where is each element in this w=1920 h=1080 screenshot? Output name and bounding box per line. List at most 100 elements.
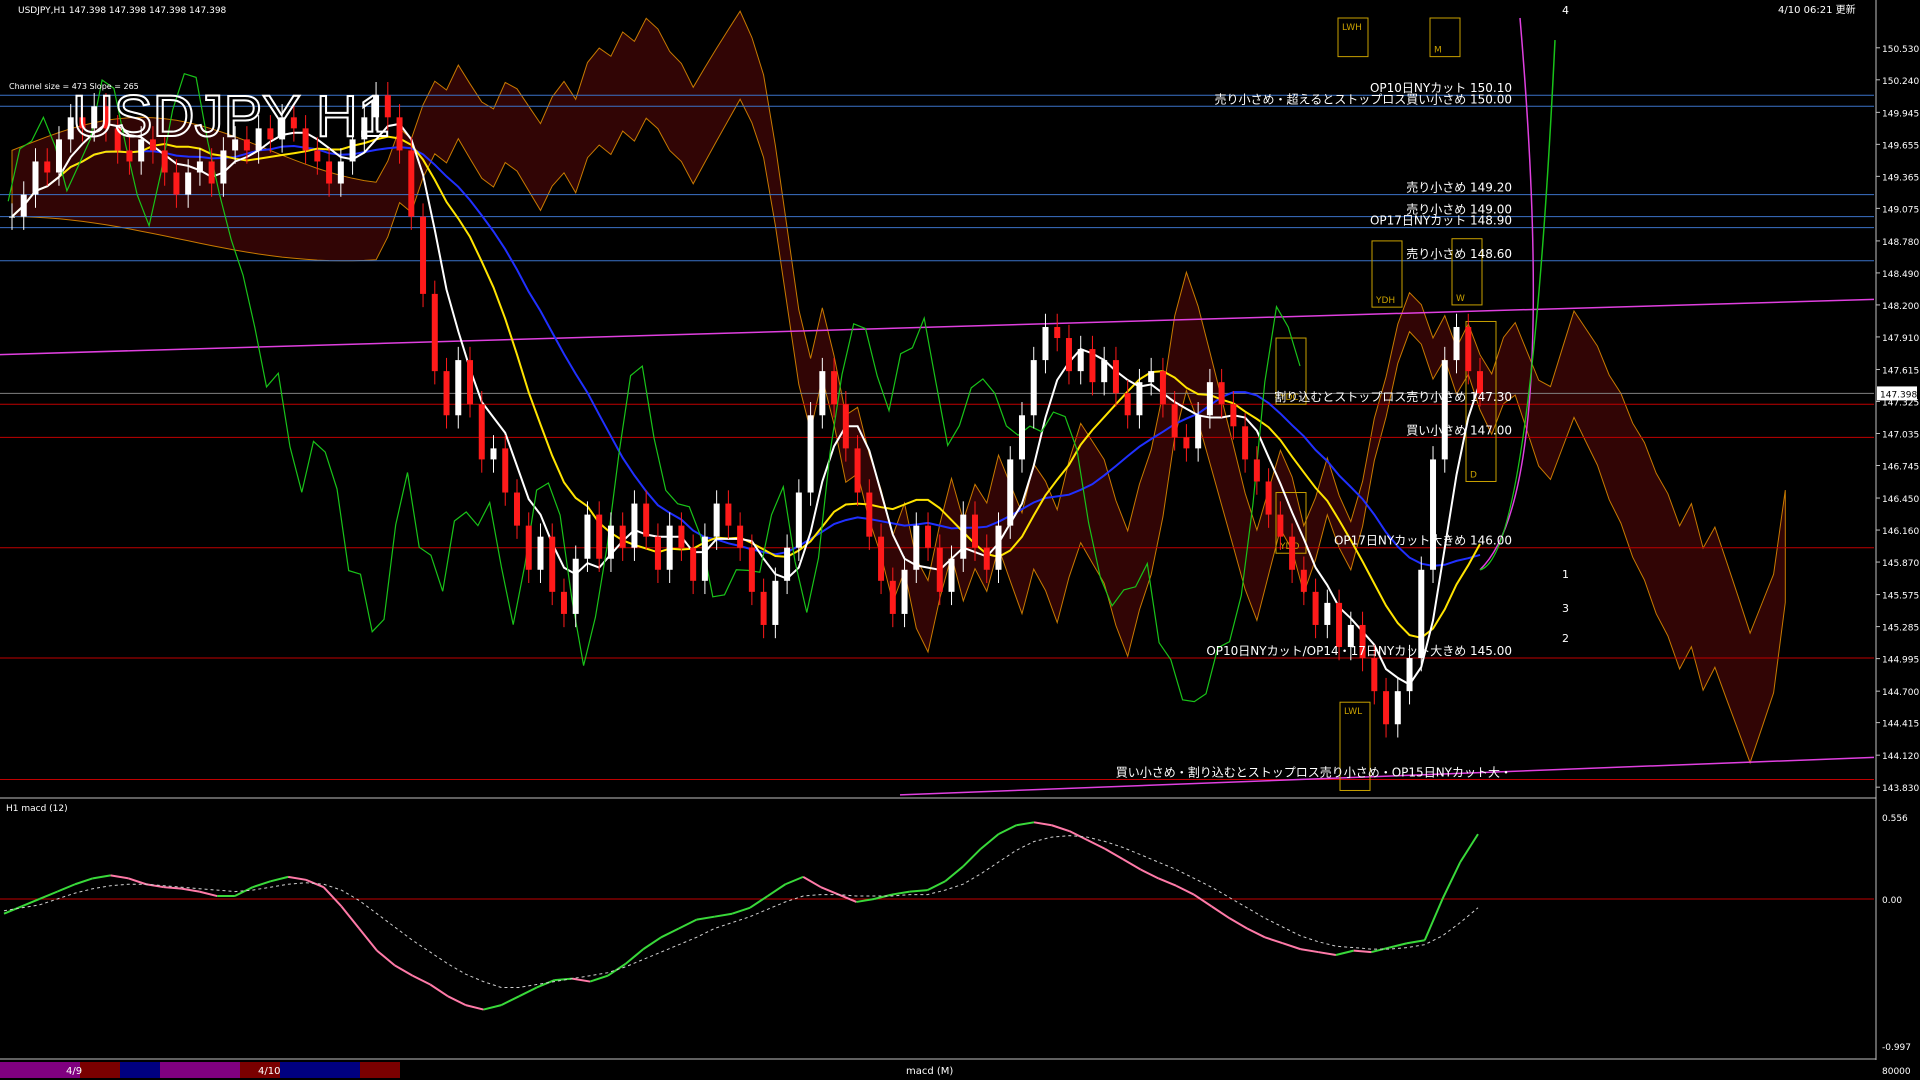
y-tick-label: 149.365: [1882, 173, 1919, 183]
y-tick-label: 145.285: [1882, 624, 1919, 634]
candle-body: [502, 448, 509, 493]
candle-body: [173, 172, 180, 195]
candle-body: [842, 404, 849, 449]
candle-body: [1089, 349, 1096, 383]
symbol-info: USDJPY,H1 147.398 147.398 147.398 147.39…: [18, 6, 227, 16]
candle-body: [1312, 591, 1319, 625]
session-segment: [280, 1062, 320, 1078]
candle-body: [1465, 326, 1472, 372]
candle-body: [9, 216, 15, 218]
candle-body: [654, 536, 661, 570]
macd-tick-label: 0.556: [1882, 814, 1908, 824]
y-tick-label: 143.830: [1882, 784, 1919, 794]
candle-body: [1195, 415, 1202, 449]
y-tick-label: 149.075: [1882, 205, 1919, 215]
projection-label: 4: [1562, 4, 1569, 17]
candle-body: [678, 525, 685, 548]
y-tick-label: 149.655: [1882, 141, 1919, 151]
y-tick-label: 148.490: [1882, 270, 1919, 280]
level-label: 買い小さめ・割り込むとストップロス売り小さめ・OP15日NYカット大・: [1116, 764, 1512, 779]
candle-body: [1230, 404, 1237, 427]
price-box-label: LWL: [1344, 707, 1362, 717]
candle-body: [1206, 382, 1213, 416]
candle-body: [537, 536, 544, 570]
candle-body: [607, 525, 614, 559]
candle-body: [1042, 326, 1049, 361]
y-tick-label: 148.200: [1882, 302, 1919, 312]
candle-body: [772, 580, 779, 625]
candle-body: [1054, 326, 1061, 339]
candle-body: [972, 514, 979, 548]
candle-body: [55, 139, 62, 173]
y-tick-label: 145.575: [1882, 592, 1919, 602]
candle-body: [701, 536, 708, 581]
session-segment: [160, 1062, 200, 1078]
y-tick-label: 147.615: [1882, 366, 1919, 376]
candle-body: [936, 547, 943, 592]
candle-body: [784, 547, 791, 581]
candle-body: [584, 514, 591, 559]
price-box-label: D: [1470, 470, 1477, 480]
candle-body: [126, 150, 133, 162]
macd-tick-label: 0.00: [1882, 896, 1902, 906]
candle-body: [1112, 360, 1119, 394]
bottom-label: 4/9: [66, 1066, 82, 1077]
candle-body: [666, 525, 673, 570]
candle-body: [1124, 393, 1131, 416]
candle-body: [960, 514, 967, 559]
session-segment: [360, 1062, 400, 1078]
candle-body: [20, 194, 27, 217]
level-label: 売り小さめ 149.20: [1406, 180, 1512, 195]
price-box-label: M: [1434, 46, 1442, 56]
candle-body: [1441, 360, 1448, 460]
level-label: 売り小さめ 148.60: [1406, 246, 1512, 261]
candle-body: [995, 525, 1002, 570]
candle-body: [1018, 415, 1025, 460]
candle-body: [1324, 602, 1331, 625]
candle-body: [1265, 481, 1272, 515]
y-tick-label: 144.995: [1882, 656, 1919, 666]
candle-body: [819, 371, 826, 416]
price-chart[interactable]: LWHMYDHWYDCDYDOLWL OP10日NYカット 150.10売り小さ…: [0, 0, 1920, 1080]
candle-body: [901, 569, 908, 614]
candle-body: [443, 371, 450, 416]
candle-body: [913, 525, 920, 570]
session-segment: [120, 1062, 160, 1078]
projection-label: 2: [1562, 632, 1569, 645]
candle-body: [1277, 514, 1284, 537]
session-segment: [0, 1062, 40, 1078]
bottom-label: macd (M): [906, 1066, 953, 1077]
candle-body: [572, 558, 579, 614]
price-box-label: LWH: [1342, 23, 1362, 33]
candle-body: [725, 503, 732, 526]
candle-body: [1383, 691, 1390, 725]
price-box-label: W: [1456, 294, 1465, 304]
y-tick-label: 150.240: [1882, 77, 1919, 87]
projection-label: 3: [1562, 602, 1569, 615]
projection-label: 1: [1562, 568, 1569, 581]
candle-body: [854, 448, 861, 493]
candle-body: [185, 172, 192, 195]
candle-body: [1336, 602, 1343, 648]
y-tick-label: 146.450: [1882, 495, 1919, 505]
candle-body: [1007, 459, 1014, 526]
candle-body: [866, 492, 873, 537]
level-label: OP17日NYカット 148.90: [1370, 214, 1512, 228]
y-tick-label: 147.910: [1882, 334, 1919, 344]
candle-body: [925, 525, 932, 548]
candle-body: [1183, 437, 1190, 449]
candle-body: [525, 525, 532, 570]
candle-body: [431, 293, 438, 372]
candle-body: [690, 547, 697, 581]
candle-body: [1430, 459, 1437, 570]
candle-body: [619, 525, 626, 548]
y-tick-label: 146.160: [1882, 527, 1919, 537]
candle-body: [1136, 382, 1143, 416]
candle-body: [737, 525, 744, 548]
candle-body: [513, 492, 520, 526]
candle-body: [408, 150, 415, 217]
y-tick-label: 145.870: [1882, 559, 1919, 569]
candle-body: [1218, 382, 1225, 405]
candle-body: [220, 150, 227, 184]
candle-body: [1030, 360, 1037, 416]
